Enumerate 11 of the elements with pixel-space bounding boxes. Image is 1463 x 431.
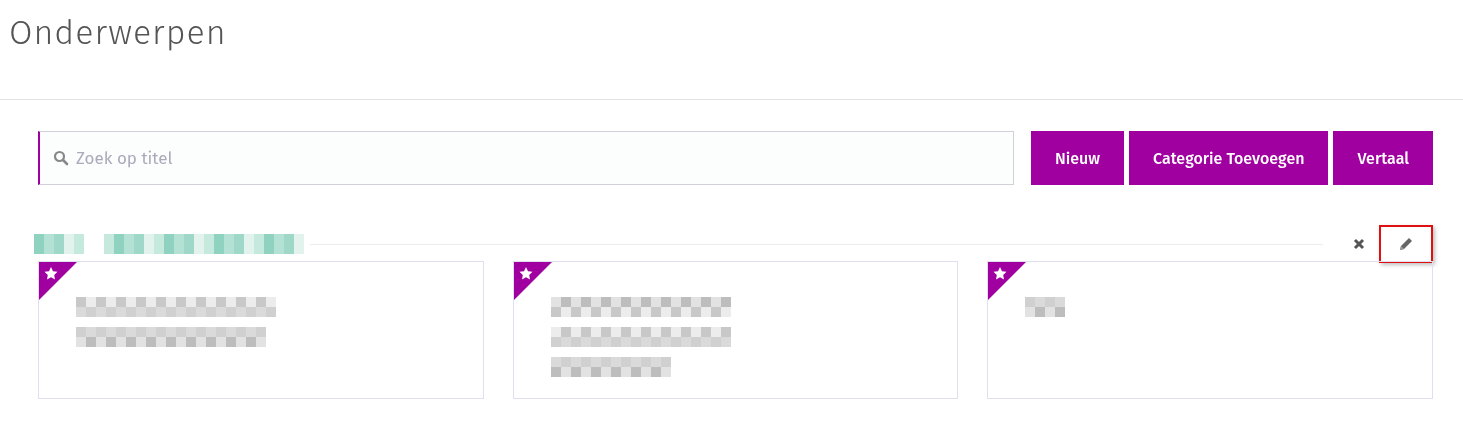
- topic-card[interactable]: [512, 261, 959, 399]
- blurred-text-drawing: [1025, 297, 1066, 317]
- action-button[interactable]: Nieuw: [1030, 131, 1124, 185]
- page-title: Onderwerpen: [9, 12, 227, 53]
- pencil-icon: [1398, 236, 1414, 252]
- action-button[interactable]: Categorie Toevoegen: [1128, 131, 1329, 185]
- action-button[interactable]: Vertaal: [1333, 131, 1433, 185]
- close-icon[interactable]: [1353, 238, 1365, 250]
- edit-button[interactable]: [1379, 225, 1433, 263]
- search-field[interactable]: Zoek op titel: [38, 131, 1014, 185]
- topic-card[interactable]: [38, 261, 484, 399]
